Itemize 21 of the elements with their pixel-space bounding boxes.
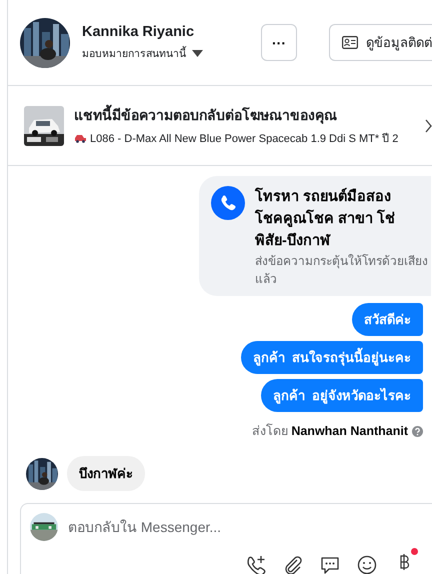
contact-card-icon — [342, 36, 358, 49]
ad-reply-title: แชทนี้มีข้อความตอบกลับต่อโฆษณาของคุณ — [74, 104, 398, 126]
contact-name: Kannika Riyanic — [82, 24, 196, 40]
help-icon[interactable] — [412, 426, 423, 436]
phone-add-icon[interactable] — [245, 554, 267, 574]
contact-info-button[interactable]: ดูข้อมูลติดต่ — [329, 24, 432, 61]
caret-icon[interactable] — [192, 50, 203, 56]
emoji-icon[interactable] — [356, 554, 378, 574]
outgoing-message-bubble: ลูกค้า อยู่จังหวัดอะไรคะ — [260, 379, 423, 412]
incoming-message-bubble: บึงกาฬค่ะ — [67, 456, 145, 491]
ad-title[interactable]: L086 - D-Max All New Blue Power Spacecab 1.9 Ddi S MT* ปี 2 — [90, 129, 398, 147]
chevron-right-icon[interactable] — [425, 119, 432, 133]
more-button[interactable]: ··· — [261, 24, 297, 61]
sent-by-label: ส่งโดย Nanwhan Nanthanit — [252, 422, 408, 440]
assign-label[interactable]: มอบหมายการสนทนานี้ — [82, 44, 186, 62]
phone-icon — [211, 186, 245, 220]
outgoing-message-bubble: ลูกค้า สนใจรถรุ่นนี้อยู่นะคะ — [240, 341, 423, 374]
call-card-title: โทรหา รถยนต์มือสอง โชคคูณโชค สาขา โช่พิสัย-บึงกาฬ — [255, 186, 396, 251]
call-card-subtitle: ส่งข้อความกระตุ้นให้โทรด้วยเสียงแล้ว — [255, 253, 429, 288]
outgoing-message-bubble: สวัสดีค่ะ — [352, 303, 423, 336]
car-icon — [74, 134, 87, 142]
